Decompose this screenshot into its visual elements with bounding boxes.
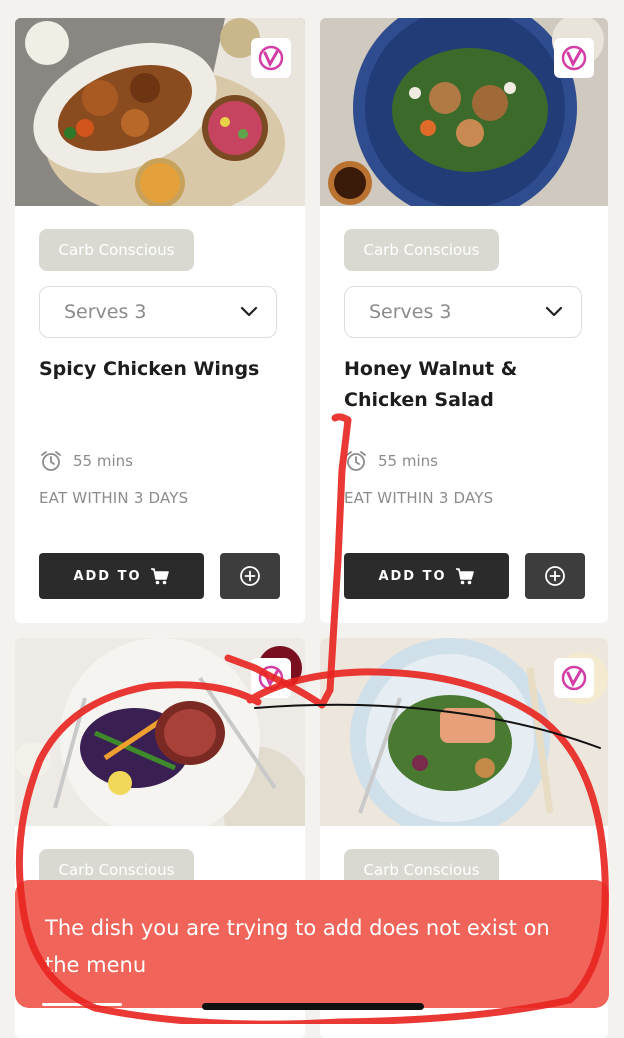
meal-card-spicy-chicken-wings[interactable]: Carb Conscious Serves 3 Spicy Chicken Wi… <box>15 18 305 623</box>
add-to-cart-button[interactable]: ADD TO <box>39 553 204 599</box>
cook-time-label: 55 mins <box>73 452 133 470</box>
more-options-button[interactable] <box>525 553 585 599</box>
cart-icon <box>150 568 169 585</box>
diet-tag: Carb Conscious <box>39 229 194 271</box>
serves-dropdown[interactable]: Serves 3 <box>344 286 582 338</box>
toast-underline <box>42 1003 122 1006</box>
plus-circle-icon <box>545 566 565 586</box>
error-toast-message: The dish you are trying to add does not … <box>45 916 550 977</box>
vegetarian-badge-icon <box>554 38 594 78</box>
chevron-down-icon <box>240 306 258 317</box>
more-options-button[interactable] <box>220 553 280 599</box>
eat-within-label: EAT WITHIN 3 DAYS <box>39 489 189 507</box>
alarm-clock-icon <box>41 451 61 471</box>
vegetarian-badge-icon <box>251 658 291 698</box>
add-to-cart-button[interactable]: ADD TO <box>344 553 509 599</box>
vegetarian-badge-icon <box>251 38 291 78</box>
diet-tag: Carb Conscious <box>344 229 499 271</box>
meal-title[interactable]: Honey Walnut & Chicken Salad <box>344 354 544 416</box>
serves-value: Serves 3 <box>64 301 147 323</box>
serves-dropdown[interactable]: Serves 3 <box>39 286 277 338</box>
alarm-clock-icon <box>346 451 366 471</box>
cook-time: 55 mins <box>39 449 133 473</box>
cook-time-label: 55 mins <box>378 452 438 470</box>
vegetarian-badge-icon <box>554 658 594 698</box>
plus-circle-icon <box>240 566 260 586</box>
meal-title[interactable]: Spicy Chicken Wings <box>39 354 289 385</box>
add-to-cart-label: ADD TO <box>378 568 447 584</box>
cook-time: 55 mins <box>344 449 438 473</box>
eat-within-label: EAT WITHIN 3 DAYS <box>344 489 494 507</box>
home-indicator[interactable] <box>202 1003 424 1010</box>
error-toast[interactable]: The dish you are trying to add does not … <box>15 880 609 1008</box>
cart-icon <box>455 568 474 585</box>
add-to-cart-label: ADD TO <box>73 568 142 584</box>
chevron-down-icon <box>545 306 563 317</box>
meal-card-honey-walnut-chicken-salad[interactable]: Carb Conscious Serves 3 Honey Walnut & C… <box>320 18 608 623</box>
serves-value: Serves 3 <box>369 301 452 323</box>
